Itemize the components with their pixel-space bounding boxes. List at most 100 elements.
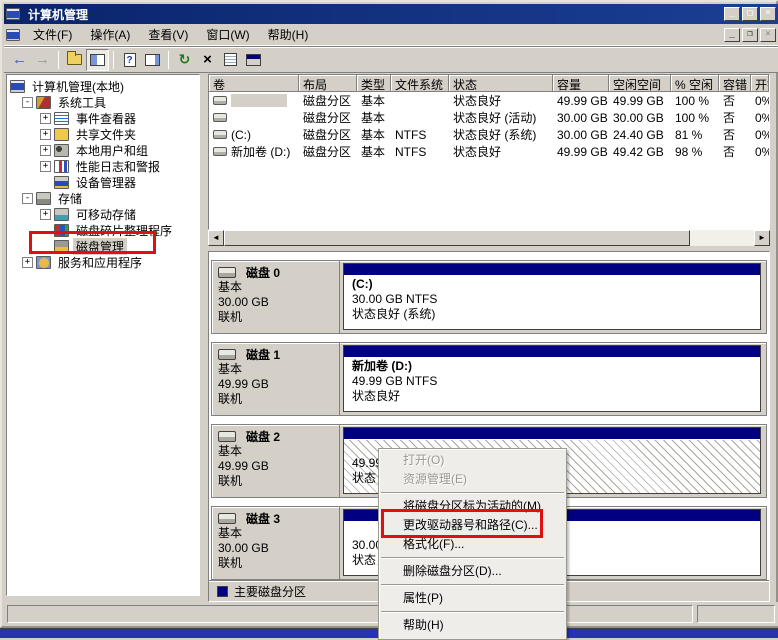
toolbar: ← → ? ↻ × (4, 47, 778, 73)
column-header-status[interactable]: 状态 (449, 75, 553, 92)
refresh-button[interactable]: ↻ (173, 49, 196, 71)
toolbar-separator (113, 51, 114, 69)
action-pane-icon (145, 54, 160, 66)
volume-icon (213, 113, 227, 122)
minimize-button[interactable]: _ (724, 7, 740, 21)
storage-icon (36, 192, 51, 205)
volume-row[interactable]: 新加卷 (D:) 磁盘分区 基本 NTFS 状态良好 49.99 GB 49.4… (209, 143, 769, 160)
collapse-expander[interactable]: - (22, 97, 33, 108)
column-header-free-space[interactable]: 空闲空间 (609, 75, 671, 92)
menu-file[interactable]: 文件(F) (24, 24, 81, 45)
scrollbar-track[interactable] (690, 230, 754, 246)
tree-item-shared-folders[interactable]: + 共享文件夹 (8, 126, 198, 142)
expand-expander[interactable]: + (40, 129, 51, 140)
volume-name: 新加卷 (D:) (231, 143, 290, 160)
tree-item-performance-logs[interactable]: + 性能日志和警报 (8, 158, 198, 174)
column-header-type[interactable]: 类型 (357, 75, 391, 92)
computer-icon (10, 80, 25, 93)
menu-item-delete-partition[interactable]: 删除磁盘分区(D)... (379, 562, 566, 581)
tree-item-computer-management[interactable]: 计算机管理(本地) (8, 78, 198, 94)
tree-item-device-manager[interactable]: 设备管理器 (8, 174, 198, 190)
partition-context-menu: 打开(O) 资源管理(E) 将磁盘分区标为活动的(M) 更改驱动器号和路径(C)… (378, 448, 567, 640)
disk-icon (218, 431, 236, 442)
partition-d[interactable]: 新加卷 (D:) 49.99 GB NTFS 状态良好 (343, 345, 761, 412)
collapse-expander[interactable]: - (22, 193, 33, 204)
partition-area: 新加卷 (D:) 49.99 GB NTFS 状态良好 (340, 343, 766, 415)
menu-window[interactable]: 窗口(W) (197, 24, 258, 45)
back-button[interactable]: ← (8, 49, 31, 71)
properties-button[interactable] (219, 49, 242, 71)
delete-button[interactable]: × (196, 49, 219, 71)
disk-info[interactable]: 磁盘 2 基本 49.99 GB 联机 (212, 425, 340, 497)
column-header-overhead[interactable]: 开销 (751, 75, 769, 92)
tree-item-system-tools[interactable]: - 系统工具 (8, 94, 198, 110)
expand-expander[interactable]: + (40, 113, 51, 124)
primary-partition-band (344, 428, 760, 440)
performance-icon (54, 160, 69, 173)
column-header-layout[interactable]: 布局 (299, 75, 357, 92)
tree-item-event-viewer[interactable]: + 事件查看器 (8, 110, 198, 126)
column-header-capacity[interactable]: 容量 (553, 75, 609, 92)
help-topics-button[interactable]: ? (118, 49, 141, 71)
disk-info[interactable]: 磁盘 0 基本 30.00 GB 联机 (212, 261, 340, 333)
horizontal-scrollbar[interactable]: ◄ ► (208, 230, 770, 246)
primary-partition-band (344, 346, 760, 358)
console-tree-icon (90, 54, 105, 66)
column-header-pct-free[interactable]: % 空闲 (671, 75, 719, 92)
tree-item-storage[interactable]: - 存储 (8, 190, 198, 206)
app-icon (6, 8, 20, 20)
help-doc-icon: ? (124, 53, 136, 67)
menu-action[interactable]: 操作(A) (81, 24, 139, 45)
menu-help[interactable]: 帮助(H) (259, 24, 318, 45)
tree-item-services-applications[interactable]: + 服务和应用程序 (8, 254, 198, 270)
back-icon: ← (12, 51, 27, 68)
menu-view[interactable]: 查看(V) (139, 24, 197, 45)
system-tools-icon (36, 96, 51, 109)
column-header-volume[interactable]: 卷 (209, 75, 299, 92)
disk-info[interactable]: 磁盘 3 基本 30.00 GB 联机 (212, 507, 340, 579)
column-header-filesystem[interactable]: 文件系统 (391, 75, 449, 92)
partition-c[interactable]: (C:) 30.00 GB NTFS 状态良好 (系统) (343, 263, 761, 330)
scroll-right-button[interactable]: ► (754, 230, 770, 246)
partition-area: (C:) 30.00 GB NTFS 状态良好 (系统) (340, 261, 766, 333)
scrollbar-thumb[interactable] (224, 230, 690, 246)
menu-separator (381, 611, 564, 613)
volume-row[interactable]: (C:) 磁盘分区 基本 NTFS 状态良好 (系统) 30.00 GB 24.… (209, 126, 769, 143)
event-viewer-icon (54, 112, 69, 125)
volume-row[interactable]: 磁盘分区 基本 状态良好 (活动) 30.00 GB 30.00 GB 100 … (209, 109, 769, 126)
annotation-box-disk-management (29, 231, 156, 254)
menu-item-help[interactable]: 帮助(H) (379, 616, 566, 635)
scroll-left-button[interactable]: ◄ (208, 230, 224, 246)
mdi-child-icon (6, 29, 20, 41)
disk-icon (218, 267, 236, 278)
disk-info[interactable]: 磁盘 1 基本 49.99 GB 联机 (212, 343, 340, 415)
maximize-button[interactable]: □ (742, 7, 758, 21)
close-button[interactable]: × (760, 7, 776, 21)
disk-management-view-button[interactable] (242, 49, 265, 71)
show-action-pane-button[interactable] (141, 49, 164, 71)
shared-folders-icon (54, 128, 69, 141)
properties-icon (224, 53, 237, 66)
tree-item-local-users-groups[interactable]: + 本地用户和组 (8, 142, 198, 158)
menu-separator (381, 492, 564, 494)
column-header-fault-tolerance[interactable]: 容错 (719, 75, 751, 92)
users-icon (54, 144, 69, 157)
device-manager-icon (54, 176, 69, 189)
toolbar-separator (58, 51, 59, 69)
expand-expander[interactable]: + (40, 145, 51, 156)
disk-row-0: 磁盘 0 基本 30.00 GB 联机 (C:) 30.00 GB NTFS 状… (211, 260, 767, 334)
status-segment (697, 605, 775, 623)
show-console-tree-button[interactable] (86, 49, 109, 71)
mdi-minimize-button[interactable]: _ (724, 28, 740, 42)
forward-button[interactable]: → (31, 49, 54, 71)
volume-row[interactable]: 磁盘分区 基本 状态良好 49.99 GB 49.99 GB 100 % 否 0… (209, 92, 769, 109)
up-one-level-button[interactable] (63, 49, 86, 71)
mdi-restore-button[interactable]: ❐ (742, 28, 758, 42)
tree-item-removable-storage[interactable]: + 可移动存储 (8, 206, 198, 222)
expand-expander[interactable]: + (40, 209, 51, 220)
expand-expander[interactable]: + (22, 257, 33, 268)
expand-expander[interactable]: + (40, 161, 51, 172)
refresh-icon: ↻ (179, 51, 191, 68)
menu-item-properties[interactable]: 属性(P) (379, 589, 566, 608)
menu-separator (381, 584, 564, 586)
